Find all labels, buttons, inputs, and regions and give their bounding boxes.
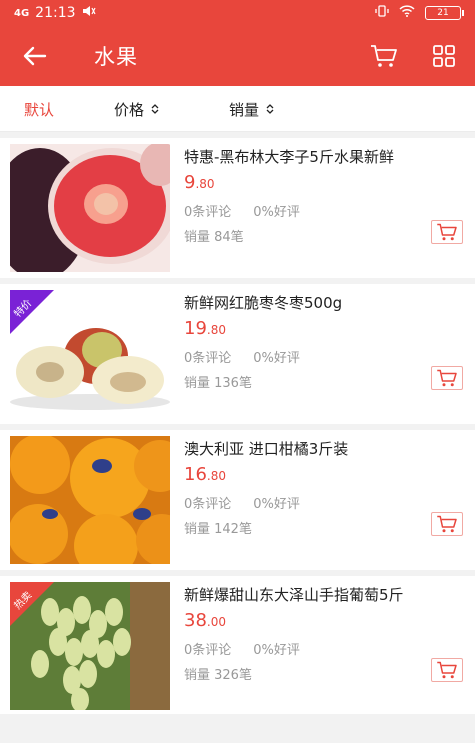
add-to-cart-button[interactable] <box>431 220 463 244</box>
product-sales: 销量 326笔 <box>184 668 252 683</box>
cart-icon <box>437 661 457 679</box>
product-sales: 销量 84笔 <box>184 230 244 245</box>
battery-icon: 21 <box>425 6 464 20</box>
product-name: 新鲜爆甜山东大泽山手指葡萄5斤 <box>184 586 404 604</box>
sort-arrows-icon <box>150 103 160 115</box>
status-bar: 4G 21:13 21 <box>0 0 475 26</box>
wifi-icon <box>399 5 415 21</box>
product-item[interactable]: 特价 新鲜网红脆枣冬枣500g 19.80 0条评论 0%好评 销量 136笔 <box>0 284 475 424</box>
page-title: 水果 <box>94 45 138 69</box>
product-sales: 销量 142笔 <box>184 522 252 537</box>
product-reviews: 0条评论 0%好评 <box>184 347 300 366</box>
back-arrow-icon <box>23 46 47 66</box>
positive-rate: 0%好评 <box>253 205 300 220</box>
product-sales: 销量 136笔 <box>184 376 252 391</box>
product-price: 19.80 <box>184 318 226 339</box>
promo-tag: 特价 <box>10 290 60 340</box>
sort-price-label: 价格 <box>114 100 145 119</box>
product-item[interactable]: 澳大利亚 进口柑橘3斤装 16.80 0条评论 0%好评 销量 142笔 <box>0 430 475 570</box>
cart-button[interactable] <box>369 41 399 71</box>
grid-icon <box>433 45 455 67</box>
comment-count: 0条评论 <box>184 205 232 220</box>
vibrate-icon <box>375 4 389 22</box>
back-button[interactable] <box>0 26 70 86</box>
add-to-cart-button[interactable] <box>431 366 463 390</box>
status-time: 21:13 <box>35 5 76 21</box>
product-item[interactable]: 特惠-黑布林大李子5斤水果新鲜 9.80 0条评论 0%好评 销量 84笔 <box>0 138 475 278</box>
product-reviews: 0条评论 0%好评 <box>184 639 300 658</box>
battery-level: 21 <box>437 8 449 18</box>
sort-default[interactable]: 默认 <box>24 86 54 132</box>
add-to-cart-button[interactable] <box>431 512 463 536</box>
price-decimal: .00 <box>206 615 226 629</box>
positive-rate: 0%好评 <box>253 643 300 658</box>
product-item[interactable]: 热卖 新鲜爆甜山东大泽山手指葡萄5斤 38.00 0条评论 0%好评 销量 326… <box>0 576 475 716</box>
mute-icon <box>82 5 96 21</box>
comment-count: 0条评论 <box>184 351 232 366</box>
product-image-plum <box>10 144 170 272</box>
price-integer: 16 <box>184 464 207 485</box>
signal-indicator: 4G <box>14 7 30 19</box>
sort-default-label: 默认 <box>24 100 55 119</box>
product-name: 澳大利亚 进口柑橘3斤装 <box>184 440 349 458</box>
product-price: 16.80 <box>184 464 226 485</box>
product-name: 特惠-黑布林大李子5斤水果新鲜 <box>184 148 394 166</box>
positive-rate: 0%好评 <box>253 351 300 366</box>
sort-arrows-icon <box>265 103 275 115</box>
cart-icon <box>437 369 457 387</box>
price-decimal: .80 <box>206 469 226 483</box>
sort-sales[interactable]: 销量 <box>229 86 275 132</box>
sort-price[interactable]: 价格 <box>114 86 160 132</box>
positive-rate: 0%好评 <box>253 497 300 512</box>
grid-view-button[interactable] <box>429 41 459 71</box>
sort-sales-label: 销量 <box>229 100 260 119</box>
price-integer: 38 <box>184 610 207 631</box>
price-decimal: .80 <box>195 177 215 191</box>
product-image-mandarin <box>10 436 170 564</box>
sort-bar: 默认 价格 销量 <box>0 86 475 132</box>
product-price: 38.00 <box>184 610 226 631</box>
price-decimal: .80 <box>206 323 226 337</box>
product-image-grapes: 热卖 <box>10 582 170 710</box>
product-reviews: 0条评论 0%好评 <box>184 493 300 512</box>
product-price: 9.80 <box>184 172 215 193</box>
product-image-jujube: 特价 <box>10 290 170 418</box>
app-header: 水果 <box>0 26 475 86</box>
price-integer: 9 <box>184 172 196 193</box>
product-name: 新鲜网红脆枣冬枣500g <box>184 294 343 312</box>
cart-icon <box>437 223 457 241</box>
price-integer: 19 <box>184 318 207 339</box>
cart-icon <box>371 45 397 67</box>
bottom-spacer <box>0 714 475 743</box>
comment-count: 0条评论 <box>184 643 232 658</box>
comment-count: 0条评论 <box>184 497 232 512</box>
product-reviews: 0条评论 0%好评 <box>184 201 300 220</box>
add-to-cart-button[interactable] <box>431 658 463 682</box>
cart-icon <box>437 515 457 533</box>
promo-tag: 热卖 <box>10 582 60 632</box>
